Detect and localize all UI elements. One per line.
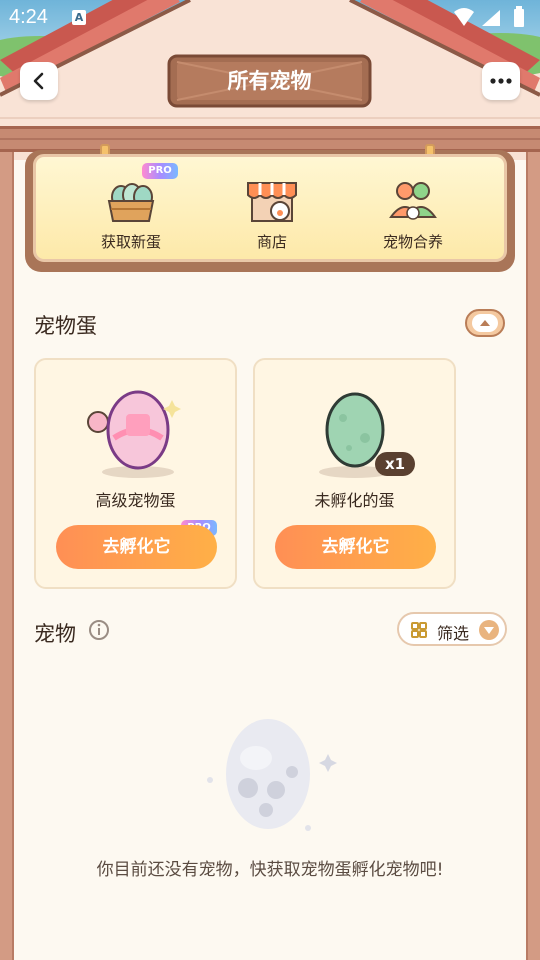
status-icons	[454, 6, 524, 27]
menu-shop[interactable]: 商店	[207, 157, 337, 257]
filter-label: 筛选	[437, 624, 470, 643]
page-title: 所有宠物	[227, 69, 312, 93]
pro-badge: PRO	[142, 163, 178, 179]
egg-card-name: 高级宠物蛋	[95, 491, 176, 510]
wifi-icon	[454, 8, 474, 26]
premium-egg-icon	[87, 390, 181, 478]
status-bar: 4:24 A	[0, 0, 540, 36]
info-icon[interactable]	[88, 619, 110, 641]
chevron-up-icon	[480, 320, 490, 326]
filter-button[interactable]: 筛选	[397, 612, 507, 646]
egg-count-badge: x1	[384, 455, 406, 473]
grid-icon	[411, 622, 427, 638]
right-post	[526, 150, 540, 960]
chevron-down-icon	[479, 620, 499, 640]
egg-card-name: 未孵化的蛋	[314, 491, 395, 510]
egg-basket-icon	[107, 183, 155, 222]
empty-egg-illustration	[207, 719, 337, 831]
status-time: 4:24	[9, 6, 48, 28]
egg-card-unhatched[interactable]: x1 未孵化的蛋 去孵化它	[253, 358, 456, 589]
hatch-button[interactable]: 去孵化它	[56, 525, 217, 569]
battery-icon	[514, 9, 524, 27]
pet-group-icon	[389, 182, 437, 220]
menu-board: PRO 获取新蛋 商店 宠物合养	[33, 154, 507, 262]
notification-a-icon: A	[72, 10, 86, 25]
chevron-left-icon	[33, 72, 44, 90]
left-post	[0, 150, 14, 960]
eggs-section-title: 宠物蛋	[34, 314, 97, 338]
shop-icon	[247, 182, 297, 222]
egg-card-premium[interactable]: PRO 高级宠物蛋 去孵化它	[34, 358, 237, 589]
menu-pet-co-raise[interactable]: 宠物合养	[348, 157, 478, 257]
roof-beam	[0, 126, 540, 152]
menu-label-co-raise: 宠物合养	[382, 233, 443, 251]
empty-message: 你目前还没有宠物，快获取宠物蛋孵化宠物吧!	[96, 860, 444, 880]
menu-get-eggs[interactable]: PRO 获取新蛋	[66, 157, 196, 257]
back-button[interactable]	[20, 62, 58, 100]
pets-section-title: 宠物	[34, 622, 76, 646]
signal-icon	[482, 10, 500, 26]
title-plaque: 所有宠物	[167, 52, 372, 110]
hatch-button[interactable]: 去孵化它	[275, 525, 436, 569]
menu-label-shop: 商店	[256, 233, 287, 251]
collapse-eggs-button[interactable]	[465, 309, 505, 337]
menu-label-get-eggs: 获取新蛋	[100, 233, 161, 251]
more-button[interactable]	[482, 62, 520, 100]
more-dots-icon	[490, 78, 512, 84]
menu-sign: PRO 获取新蛋 商店 宠物合养	[25, 144, 515, 272]
